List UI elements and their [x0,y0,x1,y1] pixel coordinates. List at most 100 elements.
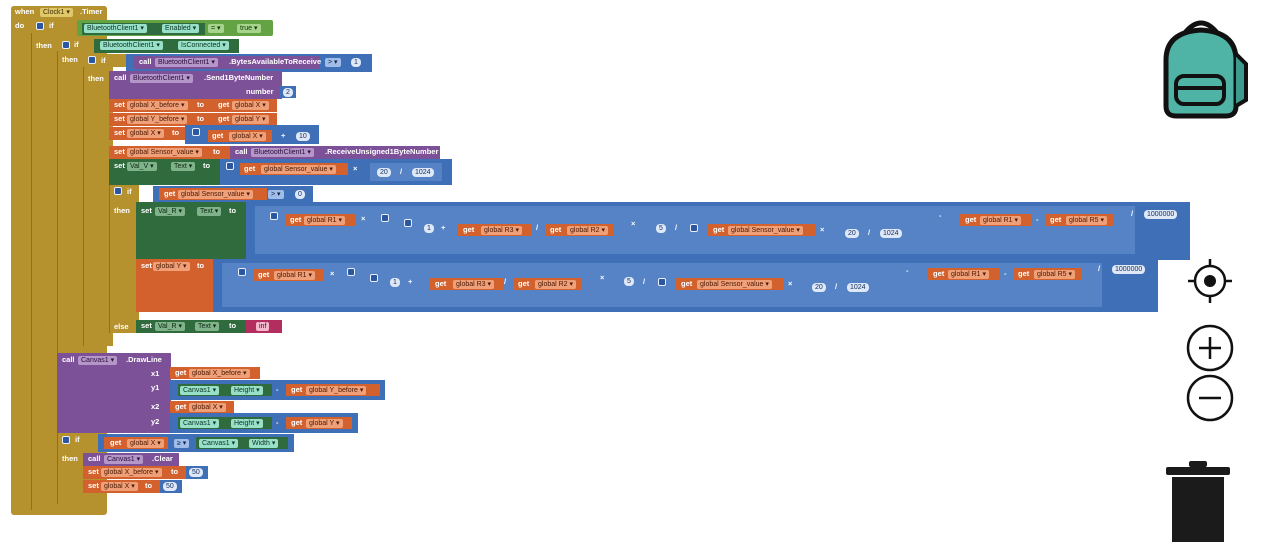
zoom-in-icon[interactable] [1185,323,1235,373]
canvas-dropdown[interactable]: Canvas1 ▾ [78,356,118,365]
var-dropdown[interactable]: global X ▾ [232,101,269,110]
var-dropdown[interactable]: global Y_before ▾ [306,386,367,395]
number-fifty[interactable]: 50 [189,468,203,477]
target-icon[interactable] [1186,257,1234,305]
mutator-gear-icon[interactable] [347,268,355,276]
mutator-gear-icon[interactable] [381,214,389,222]
bluetooth-dropdown[interactable]: BluetoothClient1 ▾ [100,41,163,50]
enabled-dropdown[interactable]: Enabled ▾ [162,24,200,33]
var-dropdown[interactable]: global X ▾ [127,439,164,448]
bluetooth-dropdown[interactable]: BluetoothClient1 ▾ [130,74,193,83]
isconnected-dropdown[interactable]: IsConnected ▾ [178,41,229,50]
number-zero[interactable]: 0 [295,190,305,199]
number-one[interactable]: 1 [390,278,400,287]
canvas-dropdown[interactable]: Canvas1 ▾ [104,455,144,464]
var-dropdown[interactable]: global Y ▾ [306,419,343,428]
var-dropdown[interactable]: global R5 ▾ [1034,270,1076,279]
number-five[interactable]: 5 [656,224,666,233]
var-dropdown[interactable]: global Sensor_value ▾ [127,148,202,157]
mutator-gear-icon[interactable] [36,22,44,30]
greater-dropdown[interactable]: > ▾ [268,190,284,199]
blocks-workspace[interactable]: when Clock1 ▾ .Timer do if then if then … [0,0,1269,547]
greater-dropdown[interactable]: > ▾ [325,58,341,67]
canvas-dropdown[interactable]: Canvas1 ▾ [180,386,220,395]
backpack-icon[interactable] [1148,14,1254,120]
x1-label: x1 [151,369,160,378]
mutator-gear-icon[interactable] [238,268,246,276]
canvas-dropdown[interactable]: Canvas1 ▾ [180,419,220,428]
var-dropdown[interactable]: global Sensor_value ▾ [178,190,253,199]
number-one[interactable]: 1 [351,58,361,67]
mutator-gear-icon[interactable] [192,128,200,136]
var-dropdown[interactable]: global R1 ▾ [948,270,990,279]
divide-label: / [1098,264,1101,273]
var-dropdown[interactable]: global R1 ▾ [304,216,346,225]
number-twenty[interactable]: 20 [845,229,859,238]
clock-dropdown[interactable]: Clock1 ▾ [40,8,73,17]
text-dropdown[interactable]: Text ▾ [197,207,222,216]
number-twenty[interactable]: 20 [377,168,391,177]
mutator-gear-icon[interactable] [270,212,278,220]
number-1024[interactable]: 1024 [412,168,434,177]
var-dropdown[interactable]: global R3 ▾ [481,226,523,235]
valr-dropdown[interactable]: Val_R ▾ [155,322,186,331]
number-1024[interactable]: 1024 [880,229,902,238]
mutator-gear-icon[interactable] [690,224,698,232]
number-ten[interactable]: 10 [296,132,310,141]
text-value[interactable]: inf [256,322,270,331]
mutator-gear-icon[interactable] [114,187,122,195]
var-dropdown[interactable]: global X ▾ [127,129,164,138]
var-dropdown[interactable]: global X ▾ [229,132,266,141]
true-dropdown[interactable]: true ▾ [237,24,261,33]
var-dropdown[interactable]: global R5 ▾ [1066,216,1108,225]
valv-dropdown[interactable]: Val_V ▾ [127,162,157,171]
mutator-gear-icon[interactable] [88,56,96,64]
text-dropdown[interactable]: Text ▾ [195,322,220,331]
get-label: get [110,438,122,447]
bluetooth-dropdown[interactable]: BluetoothClient1 ▾ [155,58,218,67]
number-fifty[interactable]: 50 [163,482,177,491]
var-dropdown[interactable]: global R1 ▾ [980,216,1022,225]
mutator-gear-icon[interactable] [370,274,378,282]
var-dropdown[interactable]: global Y_before ▾ [127,115,188,124]
canvas-dropdown[interactable]: Canvas1 ▾ [199,439,239,448]
number-million[interactable]: 1000000 [1112,265,1146,274]
gte-dropdown[interactable]: ≥ ▾ [174,439,190,448]
zoom-out-icon[interactable] [1185,373,1235,423]
mutator-gear-icon[interactable] [226,162,234,170]
var-dropdown[interactable]: global X_before ▾ [127,101,188,110]
number-two[interactable]: 2 [283,88,293,97]
var-dropdown[interactable]: global R2 ▾ [567,226,609,235]
width-dropdown[interactable]: Width ▾ [249,439,279,448]
var-dropdown[interactable]: global R2 ▾ [535,280,577,289]
var-dropdown[interactable]: global Y ▾ [153,262,190,271]
var-dropdown[interactable]: global Y ▾ [232,115,269,124]
var-dropdown[interactable]: global R1 ▾ [274,271,316,280]
mutator-gear-icon[interactable] [62,436,70,444]
var-dropdown[interactable]: global Sensor_value ▾ [697,280,772,289]
trash-icon[interactable] [1165,460,1231,544]
to-label: to [213,147,221,156]
var-dropdown[interactable]: global X_before ▾ [101,468,162,477]
number-twenty[interactable]: 20 [812,283,826,292]
bluetooth-dropdown[interactable]: BluetoothClient1 ▾ [84,24,147,33]
text-dropdown[interactable]: Text ▾ [171,162,196,171]
var-dropdown[interactable]: global X_before ▾ [189,369,250,378]
var-dropdown[interactable]: global R3 ▾ [453,280,495,289]
var-dropdown[interactable]: global X ▾ [189,403,226,412]
number-one[interactable]: 1 [424,224,434,233]
height-dropdown[interactable]: Height ▾ [231,419,263,428]
mutator-gear-icon[interactable] [658,278,666,286]
height-dropdown[interactable]: Height ▾ [231,386,263,395]
var-dropdown[interactable]: global X ▾ [101,482,138,491]
equals-dropdown[interactable]: = ▾ [208,24,224,33]
bluetooth-dropdown[interactable]: BluetoothClient1 ▾ [251,148,314,157]
mutator-gear-icon[interactable] [404,219,412,227]
number-five[interactable]: 5 [624,277,634,286]
var-dropdown[interactable]: global Sensor_value ▾ [728,226,803,235]
number-million[interactable]: 1000000 [1144,210,1178,219]
mutator-gear-icon[interactable] [62,41,70,49]
valr-dropdown[interactable]: Val_R ▾ [155,207,186,216]
number-1024[interactable]: 1024 [847,283,869,292]
var-dropdown[interactable]: global Sensor_value ▾ [261,165,336,174]
